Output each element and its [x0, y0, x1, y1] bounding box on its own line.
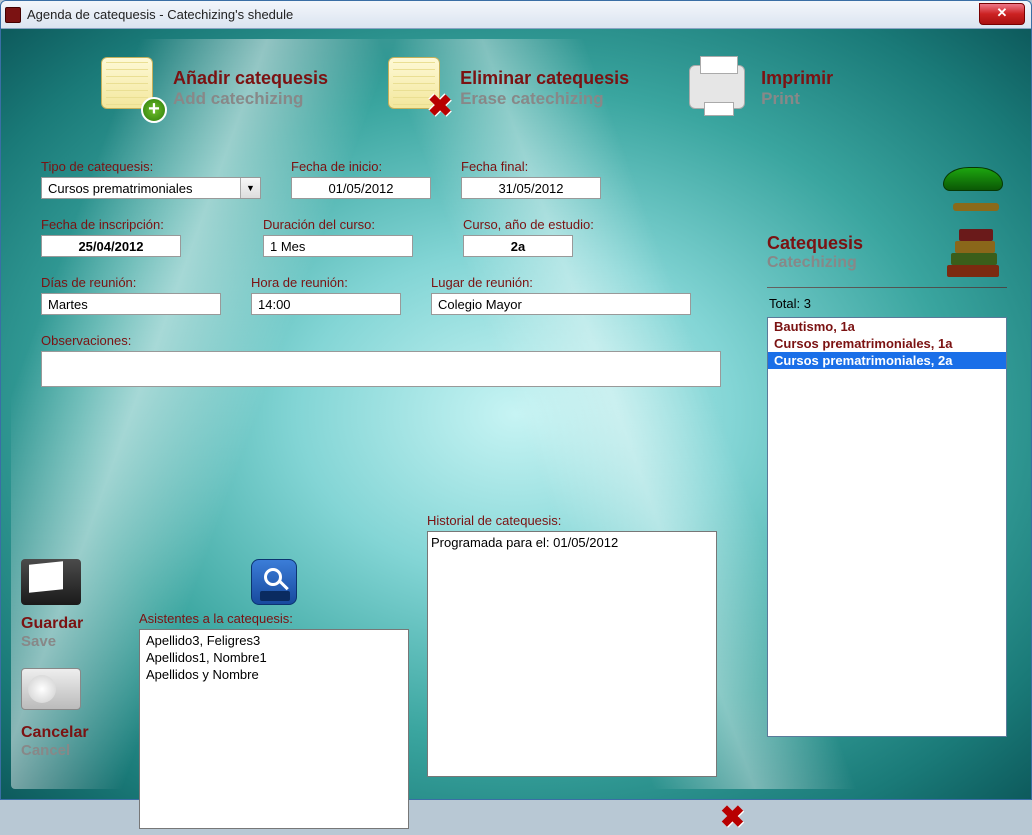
save-label-es: Guardar: [21, 615, 83, 633]
duracion-input[interactable]: [263, 235, 413, 257]
fecha-inicio-input[interactable]: [291, 177, 431, 199]
drive-cancel-icon: ✖: [21, 668, 85, 720]
toolbar: + Añadir catequesis Add catechizing ✖ El…: [101, 45, 1001, 131]
erase-label-en: Erase catechizing: [460, 89, 629, 109]
printer-icon: [689, 57, 751, 119]
app-icon: [5, 7, 21, 23]
client-area: + Añadir catequesis Add catechizing ✖ El…: [1, 29, 1031, 799]
fecha-final-label: Fecha final:: [461, 159, 601, 174]
curso-label: Curso, año de estudio:: [463, 217, 594, 232]
tipo-label: Tipo de catequesis:: [41, 159, 261, 174]
dropdown-icon[interactable]: ▼: [240, 178, 260, 198]
total-count: Total: 3: [767, 296, 1007, 311]
curso-input[interactable]: [463, 235, 573, 257]
fecha-inicio-label: Fecha de inicio:: [291, 159, 431, 174]
obs-label: Observaciones:: [41, 333, 741, 348]
historial-label: Historial de catequesis:: [427, 513, 717, 528]
cancel-label-en: Cancel: [21, 742, 70, 759]
form-area: Tipo de catequesis: ▼ Fecha de inicio: F…: [41, 159, 741, 387]
magnifier-icon: [264, 568, 282, 586]
list-item[interactable]: Apellido3, Feligres3: [142, 632, 406, 649]
list-item[interactable]: Apellidos1, Nombre1: [142, 649, 406, 666]
list-item[interactable]: Programada para el: 01/05/2012: [431, 535, 713, 550]
duracion-label: Duración del curso:: [263, 217, 413, 232]
add-catechizing-button[interactable]: + Añadir catequesis Add catechizing: [101, 45, 328, 131]
books-icon: [941, 221, 1013, 277]
asistentes-listbox[interactable]: Apellido3, Feligres3Apellidos1, Nombre1A…: [139, 629, 409, 829]
tipo-select[interactable]: [41, 177, 261, 199]
hora-input[interactable]: [251, 293, 401, 315]
save-button[interactable]: Guardar Save: [21, 559, 121, 650]
list-item[interactable]: Cursos prematrimoniales, 1a: [768, 335, 1006, 352]
lamp-icon: [943, 167, 1013, 215]
lower-section: Guardar Save ✖ Cancelar Cancel Asistente…: [21, 559, 741, 829]
close-button[interactable]: ✕: [979, 3, 1025, 25]
dias-label: Días de reunión:: [41, 275, 221, 290]
fecha-inscr-label: Fecha de inscripción:: [41, 217, 181, 232]
catequesis-listbox[interactable]: Bautismo, 1aCursos prematrimoniales, 1aC…: [767, 317, 1007, 737]
cancel-button[interactable]: ✖ Cancelar Cancel: [21, 668, 121, 759]
panel-divider: [767, 287, 1007, 288]
list-item[interactable]: Bautismo, 1a: [768, 318, 1006, 335]
dias-input[interactable]: [41, 293, 221, 315]
print-label-en: Print: [761, 89, 833, 109]
add-label-es: Añadir catequesis: [173, 68, 328, 89]
list-item[interactable]: Cursos prematrimoniales, 2a: [768, 352, 1006, 369]
lugar-label: Lugar de reunión:: [431, 275, 691, 290]
book-icon: [260, 591, 290, 601]
erase-catechizing-button[interactable]: ✖ Eliminar catequesis Erase catechizing: [388, 45, 629, 131]
app-window: Agenda de catequesis - Catechizing's she…: [0, 0, 1032, 800]
print-label-es: Imprimir: [761, 68, 833, 89]
obs-textarea[interactable]: [41, 351, 721, 387]
fecha-inscr-input[interactable]: [41, 235, 181, 257]
cancel-label-es: Cancelar: [21, 724, 89, 742]
asistentes-label: Asistentes a la catequesis:: [139, 611, 409, 626]
add-label-en: Add catechizing: [173, 89, 328, 109]
fecha-final-input[interactable]: [461, 177, 601, 199]
erase-label-es: Eliminar catequesis: [460, 68, 629, 89]
note-add-icon: +: [101, 57, 163, 119]
search-attendees-button[interactable]: [251, 559, 297, 605]
print-button[interactable]: Imprimir Print: [689, 45, 833, 131]
titlebar: Agenda de catequesis - Catechizing's she…: [1, 1, 1031, 29]
note-delete-icon: ✖: [388, 57, 450, 119]
lugar-input[interactable]: [431, 293, 691, 315]
list-item[interactable]: Apellidos y Nombre: [142, 666, 406, 683]
folder-save-icon: [21, 559, 85, 611]
historial-listbox[interactable]: Programada para el: 01/05/2012: [427, 531, 717, 777]
hora-label: Hora de reunión:: [251, 275, 401, 290]
catequesis-panel: Catequesis Catechizing Total: 3 Bautismo…: [767, 215, 1007, 737]
window-title: Agenda de catequesis - Catechizing's she…: [27, 7, 293, 22]
save-label-en: Save: [21, 633, 56, 650]
